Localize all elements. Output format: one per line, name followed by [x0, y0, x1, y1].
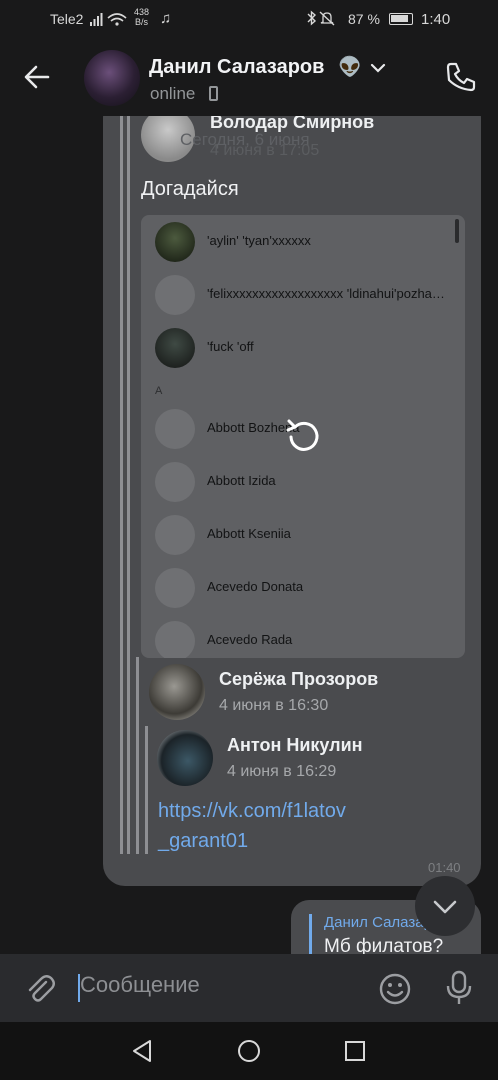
- forwarded-avatar[interactable]: [157, 730, 213, 786]
- contact-name: Abbott Bozhena: [207, 420, 300, 435]
- contact-name[interactable]: Данил Салазаров: [149, 56, 324, 79]
- mobile-icon: [209, 86, 218, 101]
- nav-recents-icon[interactable]: [342, 1038, 368, 1064]
- forward-line: [120, 116, 123, 854]
- signal-icon: [90, 12, 130, 29]
- section-letter: A: [155, 385, 163, 397]
- contact-name: Abbott Kseniia: [207, 526, 291, 541]
- forwarded-date: 4 июня в 17:05: [210, 142, 320, 159]
- chevron-down-icon[interactable]: [370, 60, 386, 76]
- contact-row: Acevedo Rada: [155, 621, 455, 658]
- nav-home-icon[interactable]: [236, 1038, 262, 1064]
- scroll-down-button[interactable]: [415, 876, 475, 936]
- music-icon: ♫: [160, 10, 172, 27]
- forwarded-message-text: Догадайся: [141, 178, 239, 200]
- contact-avatar: [155, 621, 195, 658]
- message-composer: Сообщение: [0, 954, 498, 1022]
- contact-name: Acevedo Rada: [207, 632, 293, 647]
- contact-avatar: [155, 328, 195, 368]
- contact-avatar[interactable]: [84, 50, 140, 106]
- contact-avatar: [155, 568, 195, 608]
- speed-unit: B/s: [135, 17, 149, 27]
- link-line-1[interactable]: https://vk.com/f1latov: [158, 796, 346, 826]
- attachment-scroll-thumb: [455, 219, 459, 243]
- status-bar: Tele2 438 B/s ♫ 87 % 1:40: [0, 0, 498, 38]
- online-status: online: [150, 84, 196, 103]
- battery-percent: 87 %: [348, 11, 380, 27]
- battery-icon: [389, 13, 413, 25]
- forwarded-author-name[interactable]: Серёжа Прозоров: [219, 669, 378, 690]
- forwarded-avatar[interactable]: [149, 664, 205, 720]
- chat-header: Данил Салазаров 👽 online: [0, 38, 498, 116]
- message-list[interactable]: Володар Смирнов Сегодня, 6 июня 4 июня в…: [0, 116, 498, 954]
- contact-avatar: [155, 275, 195, 315]
- forwarded-link[interactable]: https://vk.com/f1latov _garant01: [158, 796, 346, 856]
- contact-row: 'felixxxxxxxxxxxxxxxxxx 'ldinahui'pozha…: [155, 275, 455, 315]
- system-nav-bar: [0, 1022, 498, 1080]
- speed-value: 438: [134, 7, 150, 17]
- contact-row: 'fuck 'off: [155, 328, 455, 368]
- contact-avatar: [155, 515, 195, 555]
- contact-row: Abbott Izida: [155, 462, 455, 502]
- bluetooth-mute-icons: [306, 10, 344, 29]
- forwarded-date: 4 июня в 16:29: [227, 763, 337, 780]
- contact-name: Abbott Izida: [207, 473, 276, 488]
- contact-row: Abbott Kseniia: [155, 515, 455, 555]
- back-arrow-icon[interactable]: [22, 62, 52, 92]
- rotate-icon[interactable]: [283, 415, 323, 455]
- link-line-2[interactable]: _garant01: [158, 826, 346, 856]
- carrier-label: Tele2: [50, 11, 84, 27]
- message-input[interactable]: Сообщение: [78, 972, 358, 1004]
- forward-line: [136, 657, 139, 854]
- text-cursor: [78, 974, 80, 1002]
- message-time: 01:40: [428, 860, 461, 875]
- phone-call-icon[interactable]: [444, 60, 478, 94]
- contact-name: 'aylin' 'tyan'xxxxxx: [207, 233, 311, 248]
- alien-emoji: 👽: [338, 57, 362, 78]
- forwarded-date: 4 июня в 16:30: [219, 697, 329, 714]
- paperclip-icon[interactable]: [24, 972, 56, 1004]
- nav-back-icon[interactable]: [130, 1038, 156, 1064]
- contact-avatar: [155, 409, 195, 449]
- contact-avatar: [155, 222, 195, 262]
- attachment-image[interactable]: 'aylin' 'tyan'xxxxxx 'felixxxxxxxxxxxxxxx…: [141, 215, 465, 658]
- microphone-icon[interactable]: [444, 970, 474, 1006]
- contact-name: 'fuck 'off: [207, 339, 254, 354]
- network-speed: 438 B/s: [134, 7, 149, 27]
- contact-avatar: [155, 462, 195, 502]
- contact-name: 'felixxxxxxxxxxxxxxxxxx 'ldinahui'pozha…: [207, 286, 445, 301]
- emoji-icon[interactable]: [378, 972, 412, 1006]
- forward-line: [127, 116, 130, 854]
- status-time: 1:40: [421, 11, 451, 28]
- forwarded-author-name[interactable]: Антон Никулин: [227, 735, 363, 756]
- contact-name: Acevedo Donata: [207, 579, 304, 594]
- outgoing-message-text: Мб филатов?: [324, 936, 444, 954]
- reply-bar: [309, 914, 312, 954]
- battery-fill: [391, 15, 408, 22]
- contact-row: 'aylin' 'tyan'xxxxxx: [155, 222, 455, 262]
- contact-row: Acevedo Donata: [155, 568, 455, 608]
- forward-line: [145, 726, 148, 854]
